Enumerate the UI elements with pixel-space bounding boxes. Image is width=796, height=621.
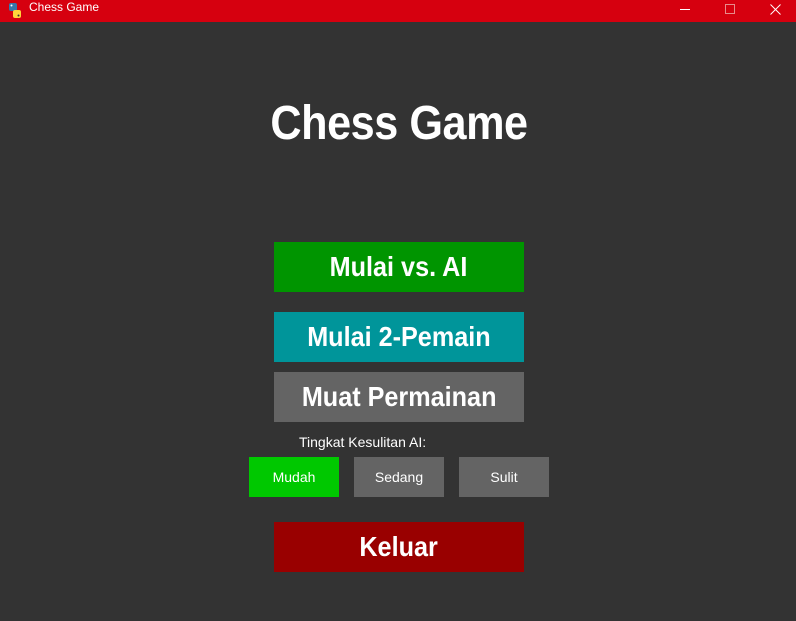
minimize-button[interactable]: [662, 0, 708, 22]
quit-label: Keluar: [359, 531, 439, 562]
difficulty-label: Tingkat Kesulitan AI:: [299, 434, 427, 450]
difficulty-medium-button[interactable]: Sedang: [354, 457, 444, 497]
game-title: Chess Game: [270, 97, 528, 150]
difficulty-easy-button[interactable]: Mudah: [249, 457, 339, 497]
app-window: Chess Game Chess Game Mulai vs. AI Mulai…: [0, 0, 796, 621]
load-game-button[interactable]: Muat Permainan: [274, 372, 524, 422]
close-icon: [769, 2, 781, 20]
difficulty-hard-button[interactable]: Sulit: [459, 457, 549, 497]
window-title: Chess Game: [29, 0, 100, 14]
close-button[interactable]: [752, 0, 796, 22]
maximize-icon: [724, 2, 736, 20]
start-two-player-label: Mulai 2-Pemain: [307, 321, 491, 352]
python-icon: [8, 3, 22, 18]
quit-button[interactable]: Keluar: [274, 522, 524, 572]
minimize-icon: [679, 2, 691, 20]
start-two-player-button[interactable]: Mulai 2-Pemain: [274, 312, 524, 362]
maximize-button[interactable]: [707, 0, 753, 22]
start-vs-ai-label: Mulai vs. AI: [330, 251, 468, 282]
start-vs-ai-button[interactable]: Mulai vs. AI: [274, 242, 524, 292]
title-bar[interactable]: Chess Game: [0, 0, 796, 22]
load-game-label: Muat Permainan: [301, 381, 497, 412]
